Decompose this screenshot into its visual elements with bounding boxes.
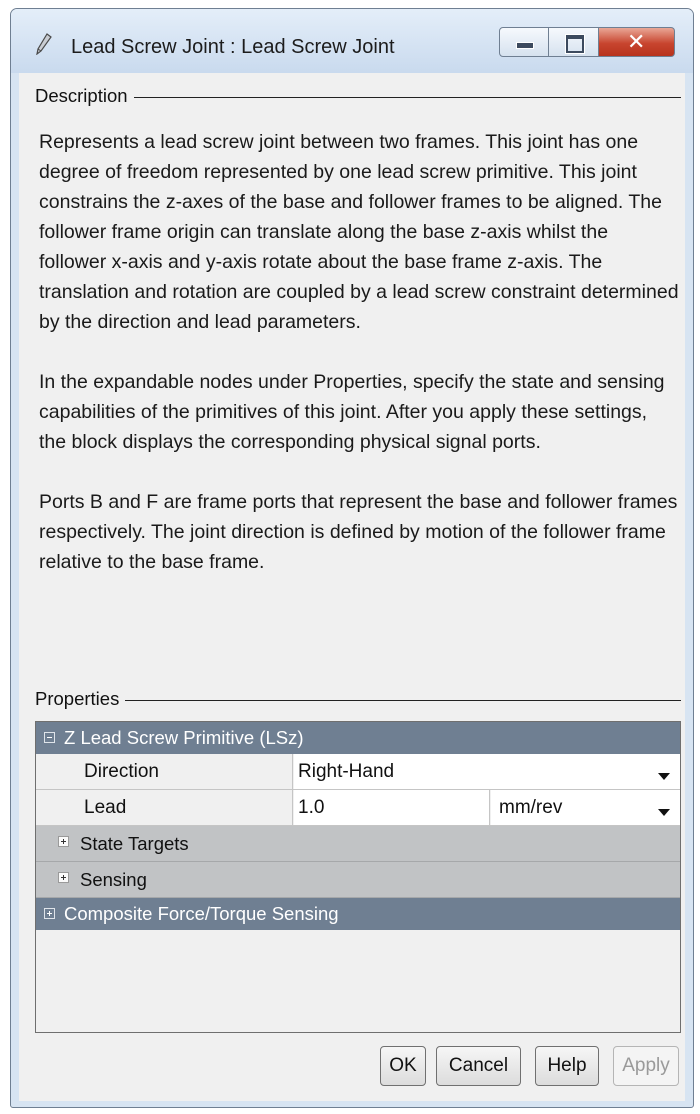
expand-icon[interactable] (58, 836, 69, 847)
chevron-down-icon (658, 773, 670, 780)
direction-row: Direction Right-Hand (36, 754, 680, 790)
window-title: Lead Screw Joint : Lead Screw Joint (71, 36, 395, 58)
properties-divider (35, 700, 681, 701)
minimize-icon (516, 42, 534, 49)
direction-dropdown[interactable]: Right-Hand (294, 754, 680, 789)
lead-value: 1.0 (298, 797, 325, 818)
maximize-icon (566, 35, 584, 53)
description-text: Represents a lead screw joint between tw… (39, 127, 679, 607)
properties-group-label: Properties (35, 688, 126, 710)
close-icon: ✕ (627, 30, 646, 55)
state-targets-node[interactable]: State Targets (36, 826, 680, 862)
lead-unit-dropdown[interactable]: mm/rev (491, 790, 680, 825)
expand-icon[interactable] (44, 908, 55, 919)
minimize-button[interactable] (499, 27, 549, 57)
cancel-button[interactable]: Cancel (436, 1046, 521, 1086)
chevron-down-icon (658, 809, 670, 816)
ok-button[interactable]: OK (380, 1046, 426, 1086)
sensing-node[interactable]: Sensing (36, 862, 680, 898)
properties-tree: Z Lead Screw Primitive (LSz) Direction R… (35, 721, 681, 1033)
dialog-body: Description Represents a lead screw join… (19, 73, 685, 1101)
pencil-icon (36, 33, 52, 55)
composite-section-header[interactable]: Composite Force/Torque Sensing (36, 898, 680, 930)
help-button[interactable]: Help (535, 1046, 599, 1086)
sensing-label: Sensing (80, 869, 147, 890)
maximize-button[interactable] (549, 27, 599, 57)
composite-section-label: Composite Force/Torque Sensing (64, 903, 339, 924)
title-bar[interactable]: Lead Screw Joint : Lead Screw Joint ✕ (11, 9, 693, 73)
direction-value: Right-Hand (298, 761, 395, 782)
collapse-icon[interactable] (44, 732, 55, 743)
state-targets-label: State Targets (80, 833, 189, 854)
primitive-section-header[interactable]: Z Lead Screw Primitive (LSz) (36, 722, 680, 754)
apply-button[interactable]: Apply (613, 1046, 679, 1086)
dialog-window: Lead Screw Joint : Lead Screw Joint ✕ De… (10, 8, 694, 1108)
description-paragraph: In the expandable nodes under Properties… (39, 371, 665, 453)
description-paragraph: Ports B and F are frame ports that repre… (39, 491, 678, 573)
lead-input[interactable]: 1.0 (294, 790, 490, 825)
lead-label: Lead (36, 790, 293, 826)
description-group-label: Description (35, 85, 134, 107)
lead-unit-value: mm/rev (499, 797, 563, 818)
description-paragraph: Represents a lead screw joint between tw… (39, 131, 679, 333)
direction-label: Direction (36, 754, 293, 790)
close-button[interactable]: ✕ (599, 27, 675, 57)
lead-row: Lead 1.0 mm/rev (36, 790, 680, 826)
primitive-section-label: Z Lead Screw Primitive (LSz) (64, 727, 304, 748)
expand-icon[interactable] (58, 872, 69, 883)
